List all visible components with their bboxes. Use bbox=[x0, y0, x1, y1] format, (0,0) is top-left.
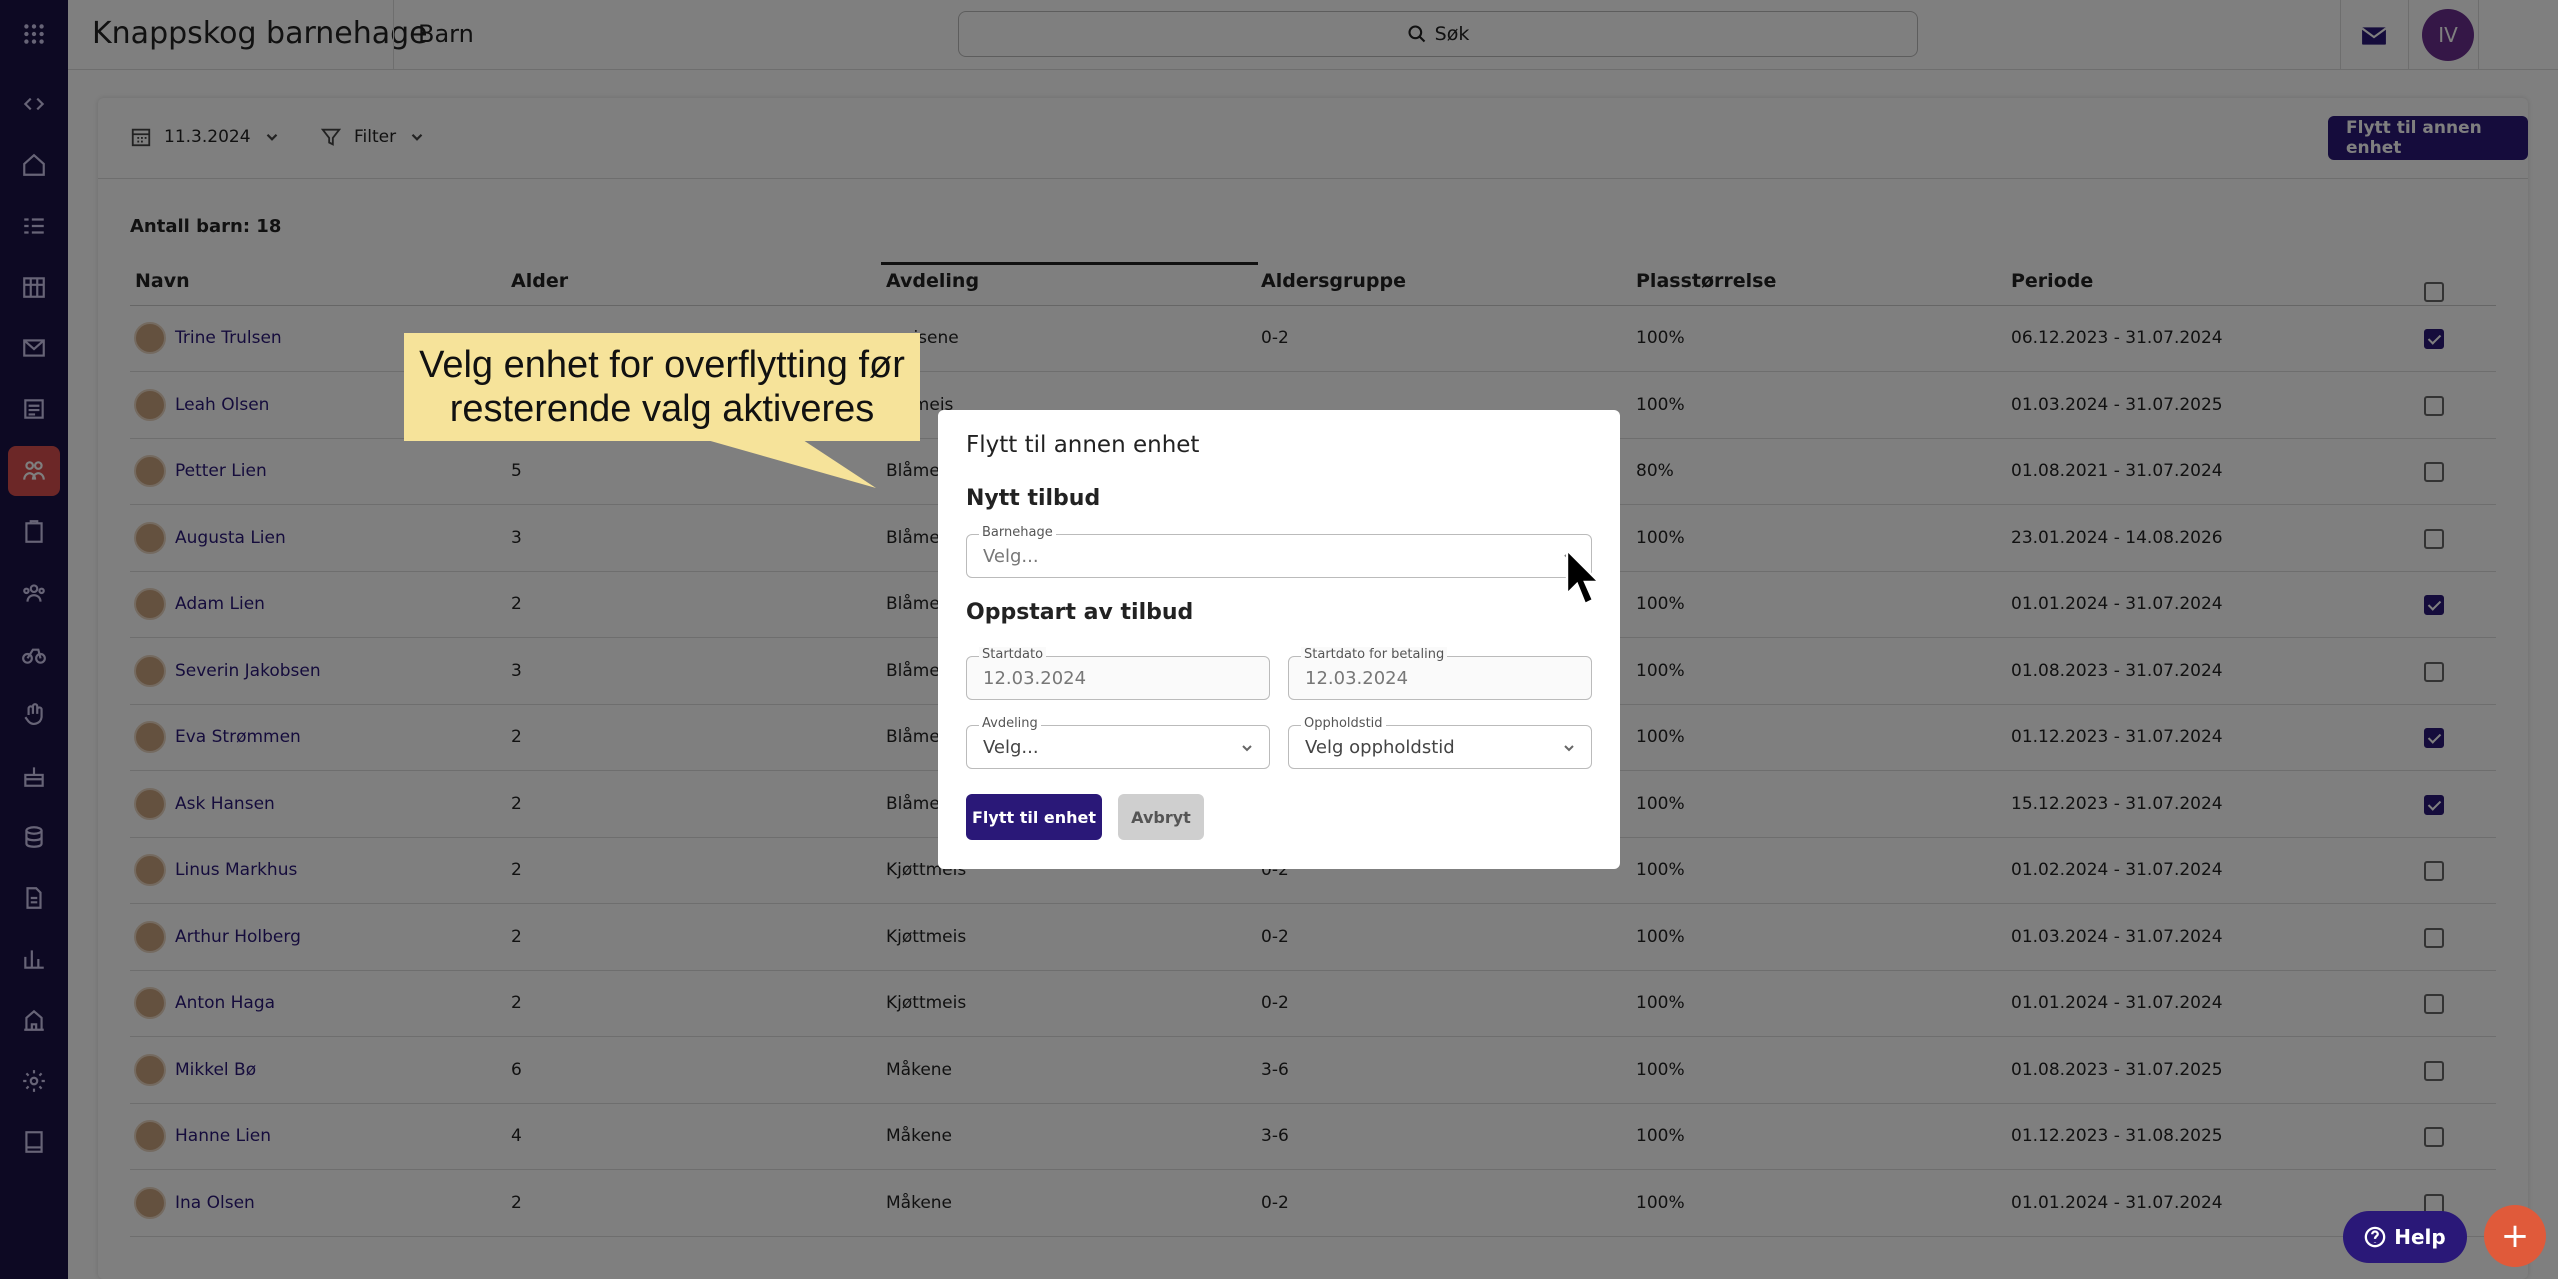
move-to-unit-confirm-button[interactable]: Flytt til enhet bbox=[966, 794, 1102, 840]
payment-start-date-value: 12.03.2024 bbox=[1305, 668, 1409, 689]
department-select[interactable]: Avdeling Velg... bbox=[966, 716, 1270, 769]
kindergarten-select[interactable]: Barnehage Velg... bbox=[966, 525, 1592, 578]
chevron-down-icon bbox=[1242, 745, 1252, 752]
stay-duration-value: Velg oppholdstid bbox=[1305, 737, 1455, 758]
payment-start-date-field[interactable]: Startdato for betaling 12.03.2024 bbox=[1288, 647, 1592, 700]
section-new-offer: Nytt tilbud bbox=[966, 486, 1101, 511]
chevron-down-icon bbox=[1564, 745, 1574, 752]
cancel-button[interactable]: Avbryt bbox=[1118, 794, 1204, 840]
department-value: Velg... bbox=[983, 737, 1039, 758]
question-icon bbox=[2364, 1226, 2386, 1248]
dialog-title: Flytt til annen enhet bbox=[966, 432, 1200, 458]
start-date-label: Startdato bbox=[979, 647, 1047, 662]
start-date-field[interactable]: Startdato 12.03.2024 bbox=[966, 647, 1270, 700]
start-date-value: 12.03.2024 bbox=[983, 668, 1087, 689]
add-button[interactable]: + bbox=[2484, 1205, 2546, 1267]
kindergarten-value: Velg... bbox=[983, 546, 1039, 567]
payment-start-date-label: Startdato for betaling bbox=[1301, 647, 1448, 662]
section-offer-start: Oppstart av tilbud bbox=[966, 600, 1194, 625]
help-label: Help bbox=[2394, 1225, 2446, 1249]
mouse-cursor-icon bbox=[1565, 548, 1602, 606]
stay-duration-select[interactable]: Oppholdstid Velg oppholdstid bbox=[1288, 716, 1592, 769]
kindergarten-label: Barnehage bbox=[979, 525, 1056, 540]
callout-line-1: Velg enhet for overflytting før bbox=[419, 344, 905, 386]
move-unit-dialog: Flytt til annen enhet Nytt tilbud Barneh… bbox=[938, 410, 1620, 869]
help-button[interactable]: Help bbox=[2343, 1211, 2467, 1263]
department-label: Avdeling bbox=[979, 716, 1041, 731]
stay-duration-label: Oppholdstid bbox=[1301, 716, 1386, 731]
callout-line-2: resterende valg aktiveres bbox=[449, 388, 875, 430]
tutorial-callout: Velg enhet for overflytting før resteren… bbox=[404, 333, 920, 441]
